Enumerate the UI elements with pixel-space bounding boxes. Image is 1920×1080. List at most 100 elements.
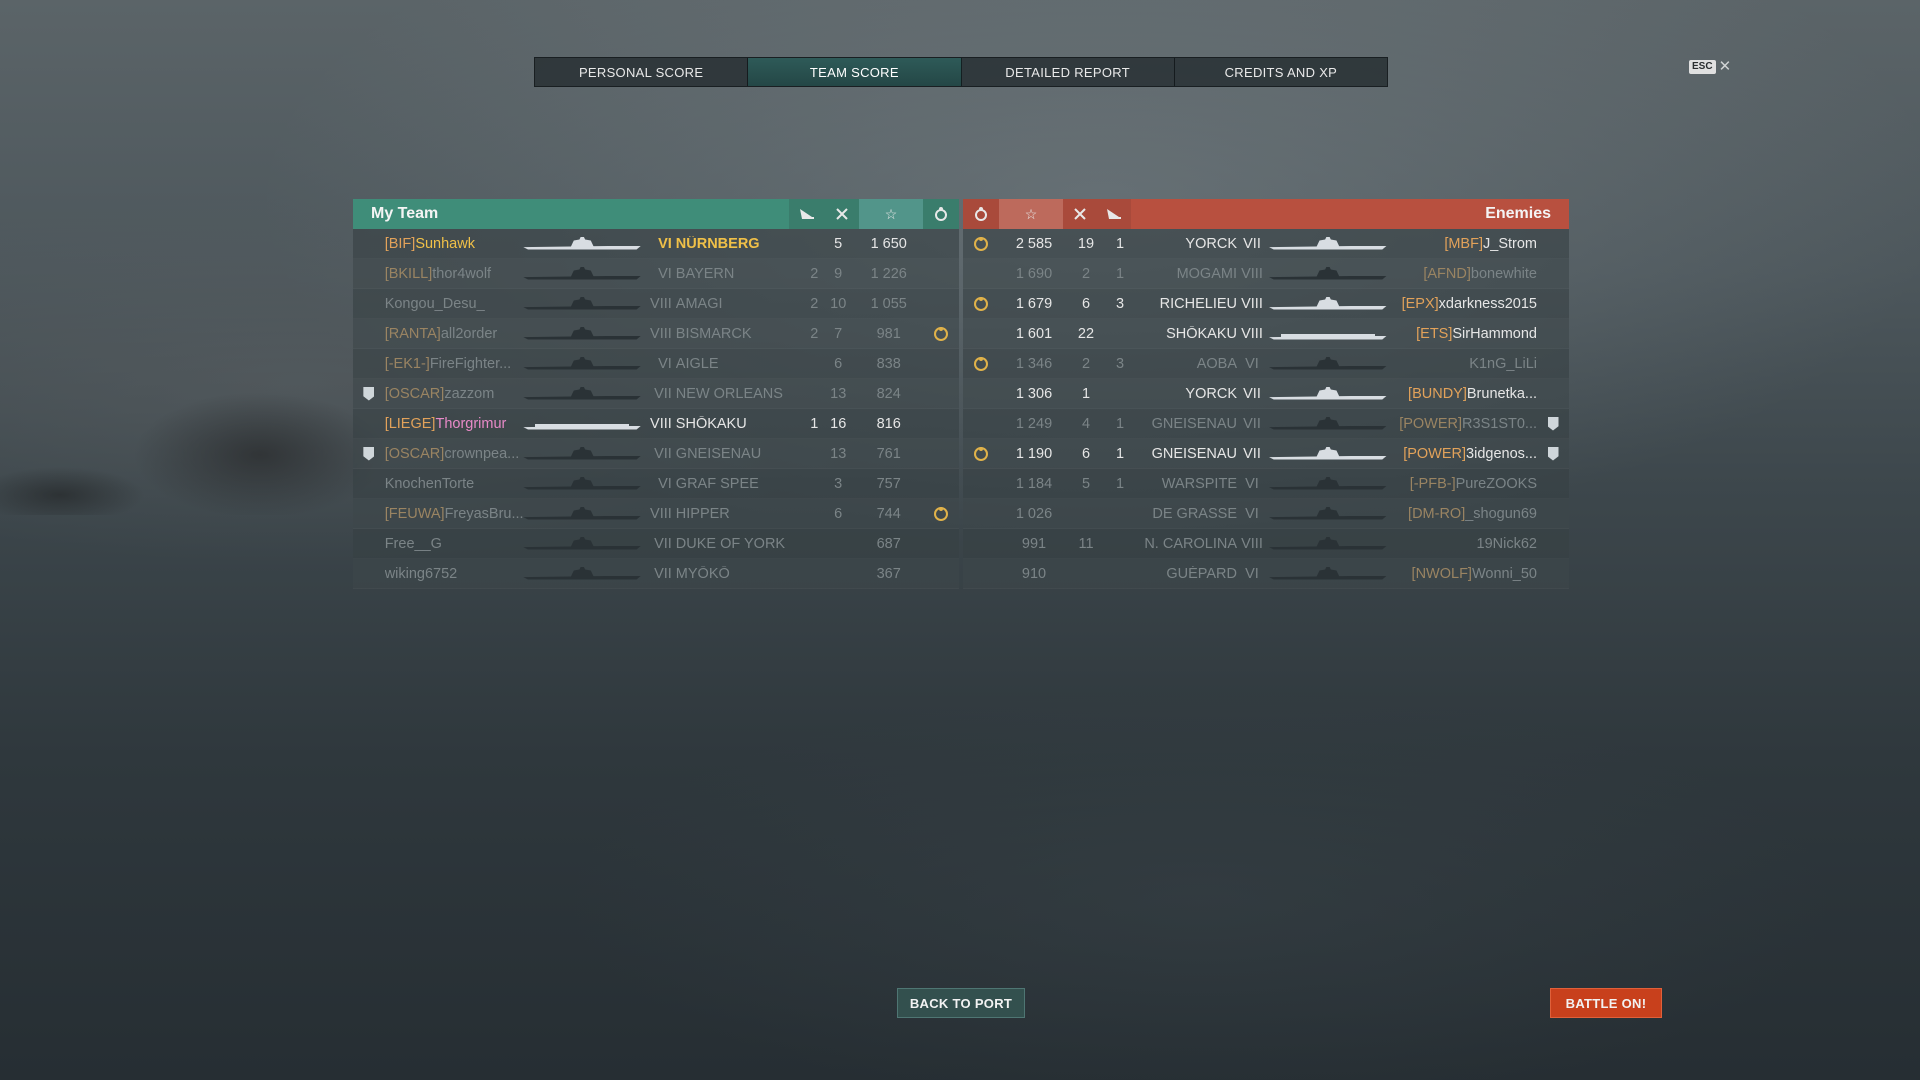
player-name: SirHammond xyxy=(1452,325,1537,342)
player-name-cell: 19Nick62 xyxy=(1389,536,1537,552)
player-row[interactable]: Free__G VII DUKE OF YORK 687 xyxy=(353,529,959,559)
warships-destroyed-icon xyxy=(1063,199,1097,229)
warships-destroyed: 13 xyxy=(830,445,847,462)
warships-destroyed-icon xyxy=(825,199,859,229)
ship-cell xyxy=(1267,266,1389,281)
player-name-cell: KnochenTorte xyxy=(385,476,524,492)
player-row[interactable]: Kongou_Desu_ VIII AMAGI 2 10 1 055 xyxy=(353,289,959,319)
player-row[interactable]: 1 306 1 YORCK VII [BUNDY]Brunetka... xyxy=(963,379,1569,409)
clan-tag: [RANTA] xyxy=(384,325,441,342)
base-xp: 1 055 xyxy=(870,295,907,312)
player-row[interactable]: [-EK1-]FireFighter... VI AIGLE 6 838 xyxy=(353,349,959,379)
warships-destroyed: 3 xyxy=(834,475,843,492)
player-name: Sunhawk xyxy=(415,235,475,252)
ship-name: YORCK xyxy=(1185,385,1237,402)
player-row[interactable]: [OSCAR]zazzom VII NEW ORLEANS 13 824 xyxy=(353,379,959,409)
tab-detailed-report[interactable]: DETAILED REPORT xyxy=(962,58,1175,86)
player-row[interactable]: 1 679 6 3 RICHELIEU VIII [EPX]xdarkness2015 xyxy=(963,289,1569,319)
player-row[interactable]: [BIF]Sunhawk VI NÜRNBERG 5 1 650 xyxy=(353,229,959,259)
player-row[interactable]: [LIEGE]Thorgrimur VIII SHŌKAKU 1 16 816 xyxy=(353,409,959,439)
player-row[interactable]: 2 585 19 1 YORCK VII [MBF]J_Strom xyxy=(963,229,1569,259)
division-badge-icon xyxy=(363,386,375,401)
ship-tier: VIII xyxy=(650,295,672,312)
player-row[interactable]: [BKILL]thor4wolf VI BAYERN 2 9 1 226 xyxy=(353,259,959,289)
player-name-cell: [POWER]R3S1ST0... xyxy=(1389,416,1537,432)
player-row[interactable]: 1 026 DE GRASSE VI [DM-RO]_shogun69 xyxy=(963,499,1569,529)
player-name-cell: [-PFB-]PureZOOKS xyxy=(1389,476,1537,492)
player-row[interactable]: 1 346 2 3 AOBA VI K1nG_LiLi xyxy=(963,349,1569,379)
player-name: bonewhite xyxy=(1470,265,1537,282)
player-row[interactable]: 991 11 N. CAROLINA VIII 19Nick62 xyxy=(963,529,1569,559)
ship-tier: VIII xyxy=(1241,325,1263,342)
ship-cell xyxy=(1267,476,1389,491)
ship-tier: VI xyxy=(1245,565,1259,582)
clan-tag: [LIEGE] xyxy=(384,415,436,432)
ship-name: GRAF SPEE xyxy=(675,475,759,492)
my-team-title: My Team xyxy=(353,199,789,229)
achievement-icon xyxy=(974,296,988,311)
tab-personal-score[interactable]: PERSONAL SCORE xyxy=(535,58,749,86)
base-xp: 687 xyxy=(876,535,901,552)
player-row[interactable]: 1 601 22 SHŌKAKU VIII [ETS]SirHammond xyxy=(963,319,1569,349)
ship-name: SHŌKAKU xyxy=(1166,325,1237,342)
player-name-cell: [AFND]bonewhite xyxy=(1389,266,1537,282)
ship-superstructure xyxy=(1316,356,1340,367)
ship-cell xyxy=(523,386,644,401)
player-row[interactable]: [RANTA]all2order VIII BISMARCK 2 7 981 xyxy=(353,319,959,349)
tab-team-score[interactable]: TEAM SCORE xyxy=(748,58,962,86)
player-name: xdarkness2015 xyxy=(1438,295,1537,312)
ship-superstructure xyxy=(570,476,594,487)
player-row[interactable]: [OSCAR]crownpea... VII GNEISENAU 13 761 xyxy=(353,439,959,469)
ship-tier: VIII xyxy=(1241,295,1263,312)
ship-silhouette xyxy=(1269,566,1387,581)
base-xp: 761 xyxy=(876,445,901,462)
ship-silhouette xyxy=(523,326,642,341)
player-name-cell: [LIEGE]Thorgrimur xyxy=(385,416,524,432)
battle-on-button[interactable]: BATTLE ON! xyxy=(1550,988,1662,1018)
ship-name: GUÉPARD xyxy=(1166,565,1237,582)
enemies-title: Enemies xyxy=(1131,199,1569,229)
warships-destroyed: 10 xyxy=(830,295,847,312)
player-row[interactable]: wiking6752 VII MYŌKŌ 367 xyxy=(353,559,959,589)
ship-cell xyxy=(523,236,644,251)
badge-cell xyxy=(353,386,385,401)
player-name-cell: Free__G xyxy=(385,536,524,552)
player-row[interactable]: [FEUWA]FreyasBru... VIII HIPPER 6 744 xyxy=(353,499,959,529)
division-badge-icon xyxy=(1547,416,1559,431)
aircraft-destroyed: 1 xyxy=(1115,235,1125,252)
player-row[interactable]: KnochenTorte VI GRAF SPEE 3 757 xyxy=(353,469,959,499)
back-to-port-button[interactable]: BACK TO PORT xyxy=(897,988,1025,1018)
base-xp: 1 184 xyxy=(1015,475,1053,492)
enemies-header: ☆ Enemies xyxy=(963,199,1569,229)
ship-silhouette xyxy=(1269,416,1387,431)
player-row[interactable]: 910 GUÉPARD VI [NWOLF]Wonni_50 xyxy=(963,559,1569,589)
tab-credits-and-xp[interactable]: CREDITS AND XP xyxy=(1175,58,1387,86)
player-name: J_Strom xyxy=(1483,235,1537,252)
clan-tag: [BKILL] xyxy=(384,265,433,282)
player-name: Wonni_50 xyxy=(1471,565,1537,582)
base-xp: 757 xyxy=(876,475,901,492)
ship-superstructure xyxy=(1316,476,1340,487)
ship-cell xyxy=(523,326,644,341)
player-row[interactable]: 1 184 5 1 WARSPITE VI [-PFB-]PureZOOKS xyxy=(963,469,1569,499)
ship-tier: VIII xyxy=(1241,265,1263,282)
ship-cell xyxy=(523,296,644,311)
ship-silhouette xyxy=(523,506,642,521)
player-row[interactable]: 1 690 2 1 MOGAMI VIII [AFND]bonewhite xyxy=(963,259,1569,289)
aircraft-destroyed: 1 xyxy=(1115,415,1125,432)
ship-cell xyxy=(1267,236,1389,251)
ship-name: GNEISENAU xyxy=(1151,415,1237,432)
ship-tier: VII xyxy=(1243,385,1261,402)
enemies-rows: 2 585 19 1 YORCK VII [MBF]J_Strom 1 690 2 1 MOGAM… xyxy=(963,229,1569,589)
ship-name: MYŌKŌ xyxy=(675,565,730,582)
ship-superstructure xyxy=(570,236,594,247)
player-row[interactable]: 1 249 4 1 GNEISENAU VII [POWER]R3S1ST0... xyxy=(963,409,1569,439)
esc-close-button[interactable]: ESC ✕ xyxy=(1689,59,1731,74)
ship-tier: VIII xyxy=(650,505,672,522)
ship-tier: VI xyxy=(1245,355,1259,372)
ship-cell xyxy=(1267,536,1389,551)
ship-name: MOGAMI xyxy=(1176,265,1237,282)
ship-silhouette xyxy=(523,566,642,581)
player-row[interactable]: 1 190 6 1 GNEISENAU VII [POWER]3idgenos... xyxy=(963,439,1569,469)
aircraft-destroyed: 1 xyxy=(1115,445,1125,462)
